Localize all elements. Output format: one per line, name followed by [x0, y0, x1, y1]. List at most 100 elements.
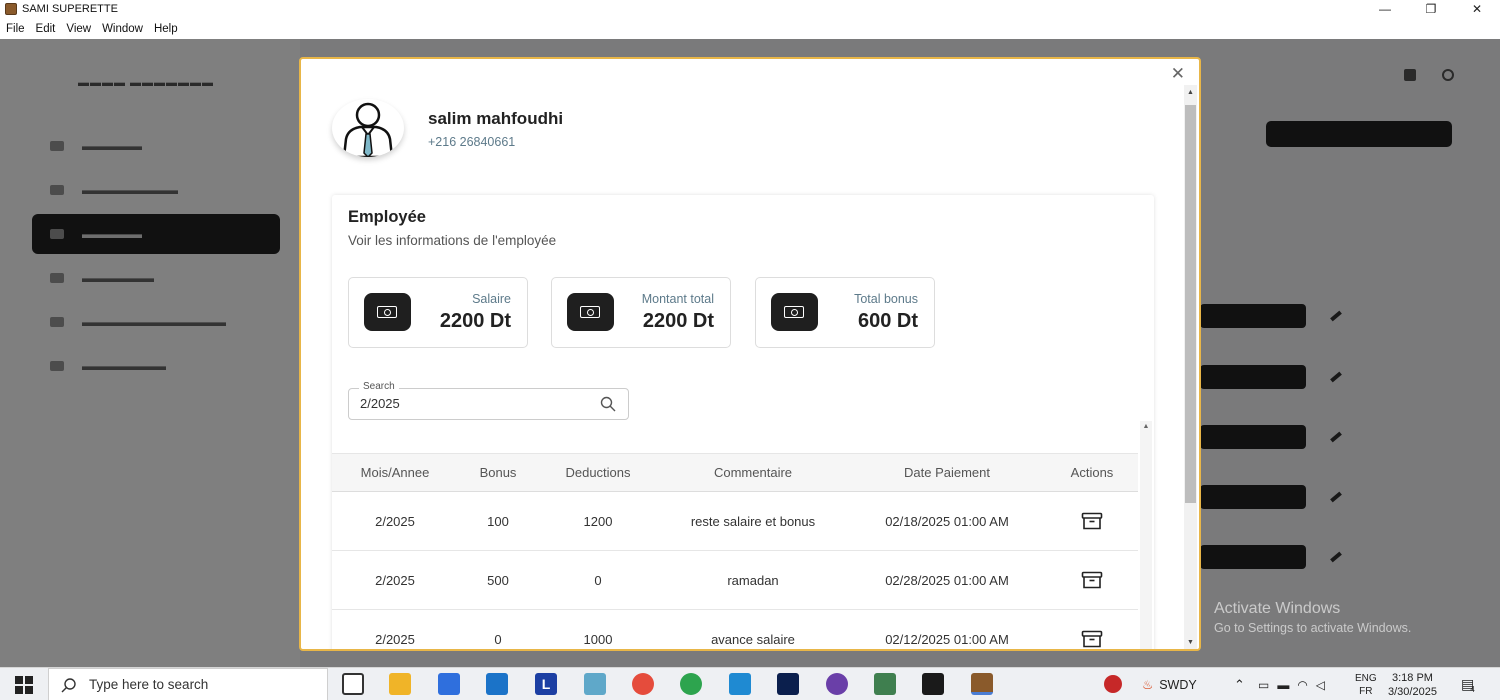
language-indicator[interactable]: ENG FR — [1355, 668, 1377, 700]
app-tool-icon[interactable] — [874, 673, 896, 695]
businessman-icon — [342, 102, 394, 157]
stat-value: 600 Dt — [857, 310, 918, 332]
table-scrollbar[interactable]: ▲ — [1140, 421, 1152, 649]
tray-system-icons[interactable]: ▭▬◠◁ — [1258, 668, 1333, 700]
avatar — [332, 99, 404, 157]
start-button[interactable] — [0, 668, 48, 700]
table-row: 2/2025 100 1200 reste salaire et bonus 0… — [332, 491, 1138, 551]
menu-view[interactable]: View — [66, 23, 91, 35]
taskbar-search-placeholder: Type here to search — [89, 677, 209, 692]
lang-top: ENG — [1355, 672, 1377, 684]
scroll-up-arrow[interactable]: ▲ — [1140, 423, 1152, 430]
search-field[interactable]: Search — [348, 381, 629, 420]
clock-date: 3/30/2025 — [1388, 685, 1437, 698]
file-explorer-icon[interactable] — [389, 673, 411, 695]
cell-deductions: 1000 — [538, 609, 658, 649]
cell-date: 02/18/2025 01:00 AM — [848, 491, 1046, 551]
search-icon[interactable] — [600, 396, 616, 412]
cell-actions — [1046, 491, 1138, 551]
maximize-button[interactable]: ❐ — [1408, 0, 1454, 18]
github-desktop-icon[interactable] — [826, 673, 848, 695]
employee-info-card: Employée Voir les informations de l'empl… — [332, 195, 1154, 649]
close-window-button[interactable]: ✕ — [1454, 0, 1500, 18]
cell-deductions: 0 — [538, 550, 658, 610]
windows-taskbar: Type here to search L ♨ SWDY ⌃ ▭▬◠◁ ENG … — [0, 667, 1500, 700]
photoshop-icon[interactable] — [777, 673, 799, 695]
tray-label: SWDY — [1159, 677, 1197, 692]
taskbar-search[interactable]: Type here to search — [48, 668, 328, 700]
chrome-icon[interactable] — [632, 673, 654, 695]
cell-bonus: 500 — [458, 550, 538, 610]
window-title: SAMI SUPERETTE — [22, 3, 118, 15]
card-subtitle: Voir les informations de l'employée — [348, 233, 557, 248]
app-l-icon[interactable]: L — [535, 673, 557, 695]
notification-center-icon[interactable]: ▤ 4 — [1461, 668, 1475, 700]
column-header[interactable]: Date Paiement — [848, 453, 1046, 492]
employee-phone: +216 26840661 — [428, 135, 516, 149]
app-icon — [5, 3, 17, 15]
chrome-profile-icon[interactable] — [680, 673, 702, 695]
close-icon[interactable]: ✕ — [1171, 64, 1185, 84]
tray-overflow-icon[interactable]: ⌃ — [1234, 668, 1245, 700]
scroll-up-arrow[interactable]: ▲ — [1184, 87, 1197, 99]
minimize-button[interactable]: — — [1362, 0, 1408, 18]
sami-superette-app-icon[interactable] — [971, 673, 993, 695]
watermark-title: Activate Windows — [1214, 600, 1341, 617]
vscode-icon[interactable] — [729, 673, 751, 695]
cell-actions — [1046, 609, 1138, 649]
tray-weather[interactable]: ♨ SWDY — [1142, 668, 1197, 700]
money-bill-icon — [567, 293, 614, 331]
menu-bar: File Edit View Window Help — [0, 18, 1500, 39]
terminal-icon[interactable] — [922, 673, 944, 695]
notification-count: 4 — [1470, 685, 1475, 694]
search-input[interactable] — [360, 396, 580, 411]
menu-edit[interactable]: Edit — [36, 23, 56, 35]
stat-label: Salaire — [472, 292, 511, 306]
column-header[interactable]: Bonus — [458, 453, 538, 492]
cell-mois: 2/2025 — [332, 491, 458, 551]
cell-deductions: 1200 — [538, 491, 658, 551]
cell-commentaire: reste salaire et bonus — [658, 491, 848, 551]
archive-icon[interactable] — [1081, 630, 1103, 648]
modal-scrollbar[interactable]: ▲ ▼ — [1184, 85, 1197, 649]
cell-bonus: 0 — [458, 609, 538, 649]
stat-salaire: Salaire 2200 Dt — [348, 277, 528, 348]
archive-icon[interactable] — [1081, 512, 1103, 530]
money-bill-icon — [771, 293, 818, 331]
money-bill-icon — [364, 293, 411, 331]
column-header[interactable]: Commentaire — [658, 453, 848, 492]
window-controls: — ❐ ✕ — [1362, 0, 1500, 18]
cell-bonus: 100 — [458, 491, 538, 551]
stat-value: 2200 Dt — [439, 310, 511, 332]
search-icon — [61, 677, 76, 692]
lang-bottom: FR — [1359, 685, 1373, 697]
cell-date: 02/12/2025 01:00 AM — [848, 609, 1046, 649]
watermark-subtitle: Go to Settings to activate Windows. — [1214, 621, 1412, 635]
table-row: 2/2025 500 0 ramadan 02/28/2025 01:00 AM — [332, 550, 1138, 610]
notepad-icon[interactable] — [584, 673, 606, 695]
stat-label: Total bonus — [854, 292, 918, 306]
cell-date: 02/28/2025 01:00 AM — [848, 550, 1046, 610]
employee-modal: ✕ ▲ ▼ salim mahfoudhi +216 26840661 Empl… — [299, 57, 1201, 651]
column-header[interactable]: Mois/Annee — [332, 453, 458, 492]
scroll-down-arrow[interactable]: ▼ — [1184, 637, 1197, 649]
antivirus-tray-icon[interactable] — [1104, 675, 1122, 693]
stat-value: 2200 Dt — [642, 310, 714, 332]
flame-icon: ♨ — [1142, 678, 1154, 692]
cell-mois: 2/2025 — [332, 550, 458, 610]
store-icon[interactable] — [438, 673, 460, 695]
task-view-icon[interactable] — [342, 673, 364, 695]
menu-help[interactable]: Help — [154, 23, 178, 35]
cell-mois: 2/2025 — [332, 609, 458, 649]
column-header: Actions — [1046, 453, 1138, 492]
column-header[interactable]: Deductions — [538, 453, 658, 492]
menu-file[interactable]: File — [6, 23, 25, 35]
menu-window[interactable]: Window — [102, 23, 143, 35]
stat-total-bonus: Total bonus 600 Dt — [755, 277, 935, 348]
clock[interactable]: 3:18 PM 3/30/2025 — [1388, 668, 1437, 700]
cell-commentaire: ramadan — [658, 550, 848, 610]
scroll-thumb[interactable] — [1185, 105, 1196, 503]
stat-label: Montant total — [641, 292, 714, 306]
archive-icon[interactable] — [1081, 571, 1103, 589]
outlook-icon[interactable] — [486, 673, 508, 695]
